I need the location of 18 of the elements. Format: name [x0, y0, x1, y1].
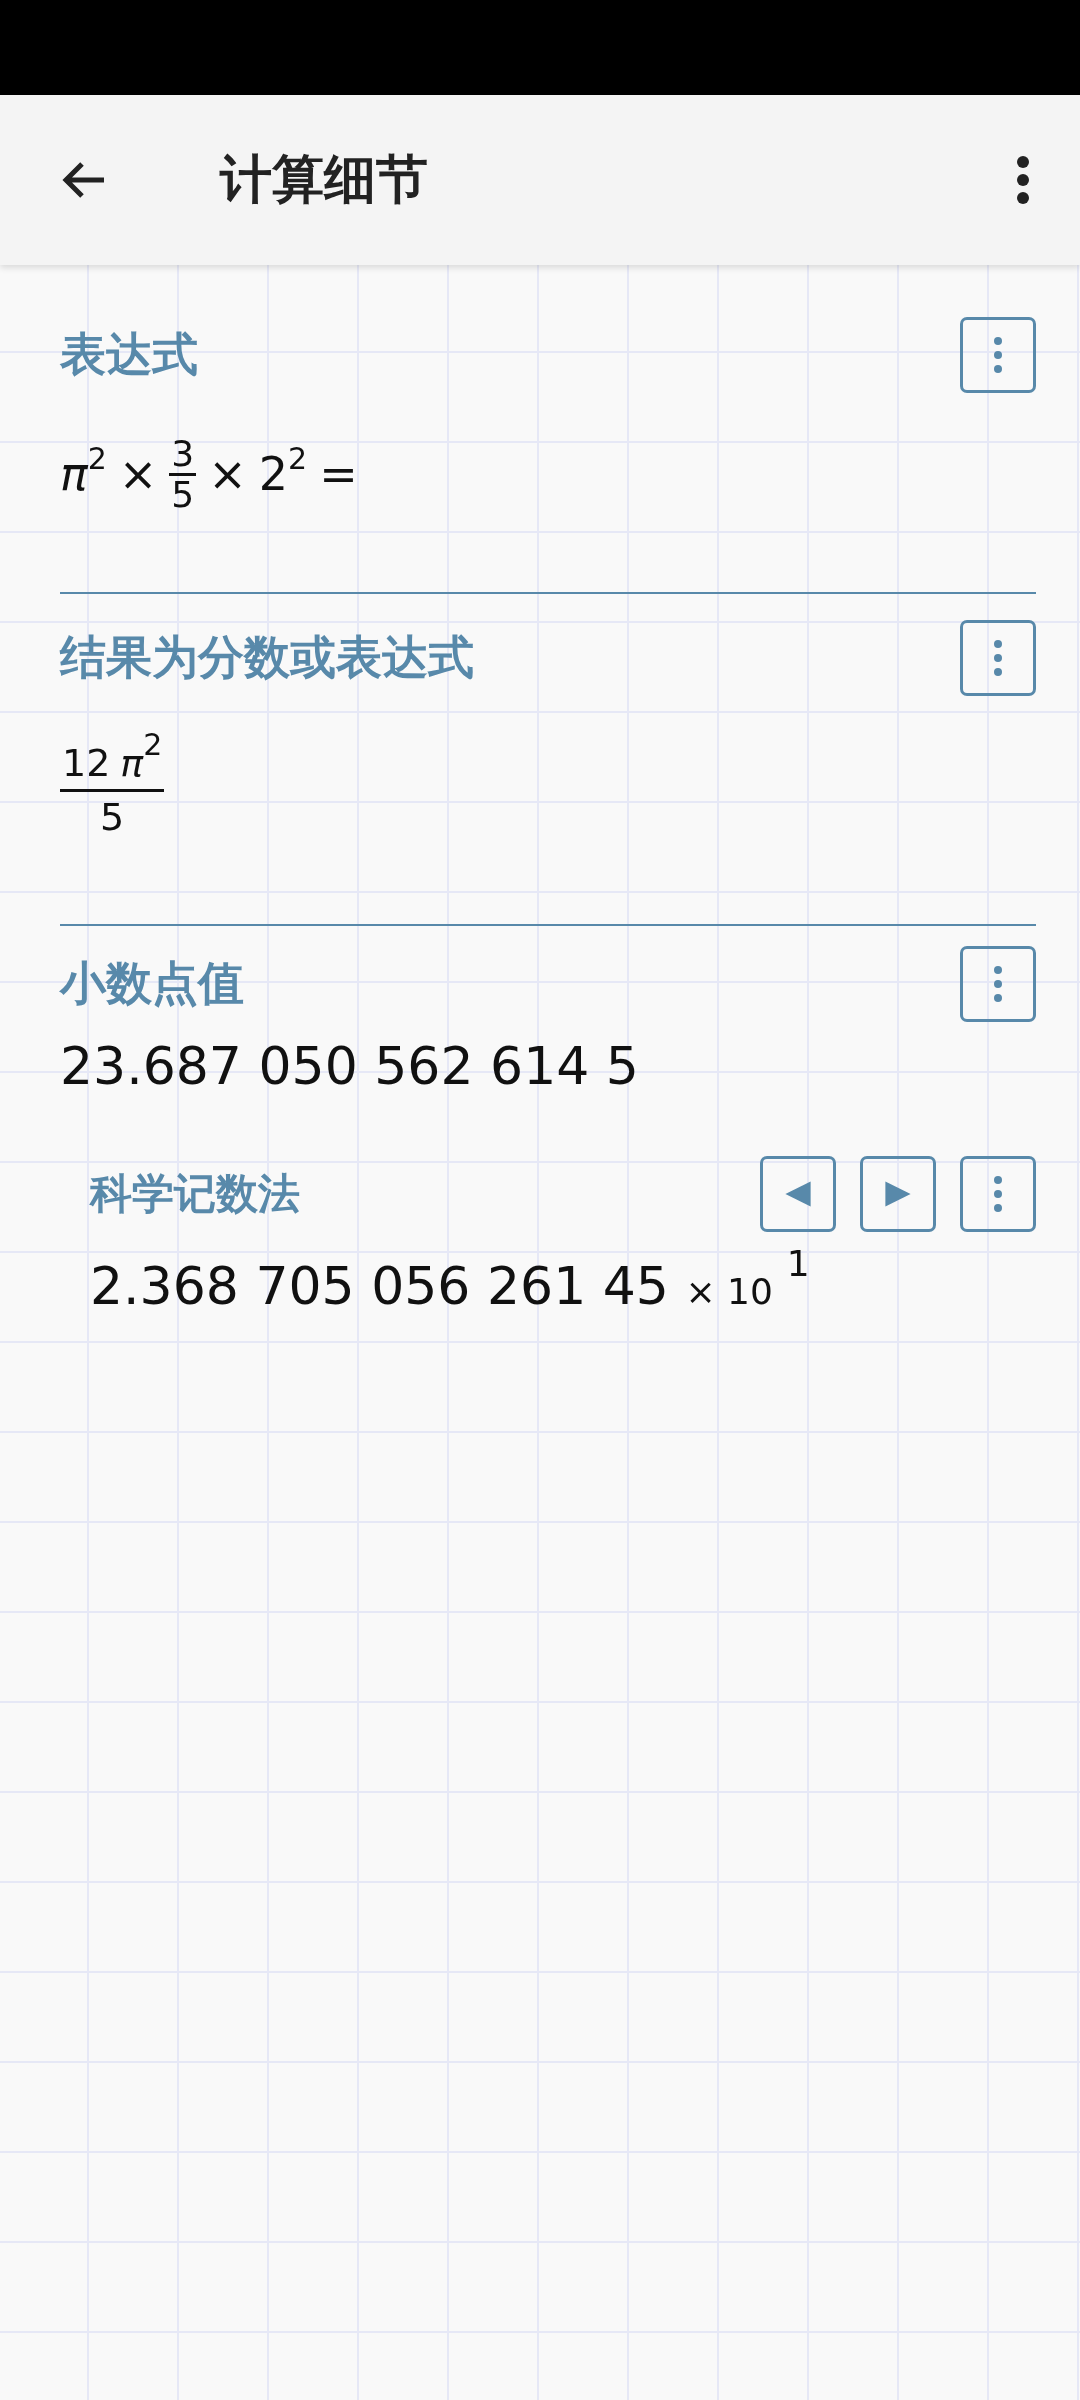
vertical-dots-icon	[993, 335, 1003, 375]
vertical-dots-icon	[993, 1174, 1003, 1215]
vertical-dots-icon	[993, 637, 1003, 678]
section-menu-button[interactable]	[960, 619, 1036, 696]
section-label: 科学记数法	[90, 1168, 300, 1221]
section-label: 小数点值	[60, 955, 244, 1013]
previous-button[interactable]	[760, 1156, 836, 1233]
section-label: 结果为分数或表达式	[60, 628, 474, 686]
section-menu-button[interactable]	[960, 317, 1036, 393]
math-formula: 12 π$^{2}$ 5	[60, 729, 166, 842]
section-menu-button[interactable]	[960, 946, 1036, 1023]
next-button[interactable]	[860, 1156, 936, 1233]
section-menu-button[interactable]	[960, 1156, 1036, 1233]
vertical-dots-icon	[993, 964, 1003, 1005]
more-options-icon[interactable]	[1016, 155, 1030, 205]
section-label: 表达式	[60, 326, 198, 383]
decimal-value: 23.687 050 562 614 5	[60, 1036, 639, 1097]
screen-title: 计算细节	[220, 148, 429, 211]
